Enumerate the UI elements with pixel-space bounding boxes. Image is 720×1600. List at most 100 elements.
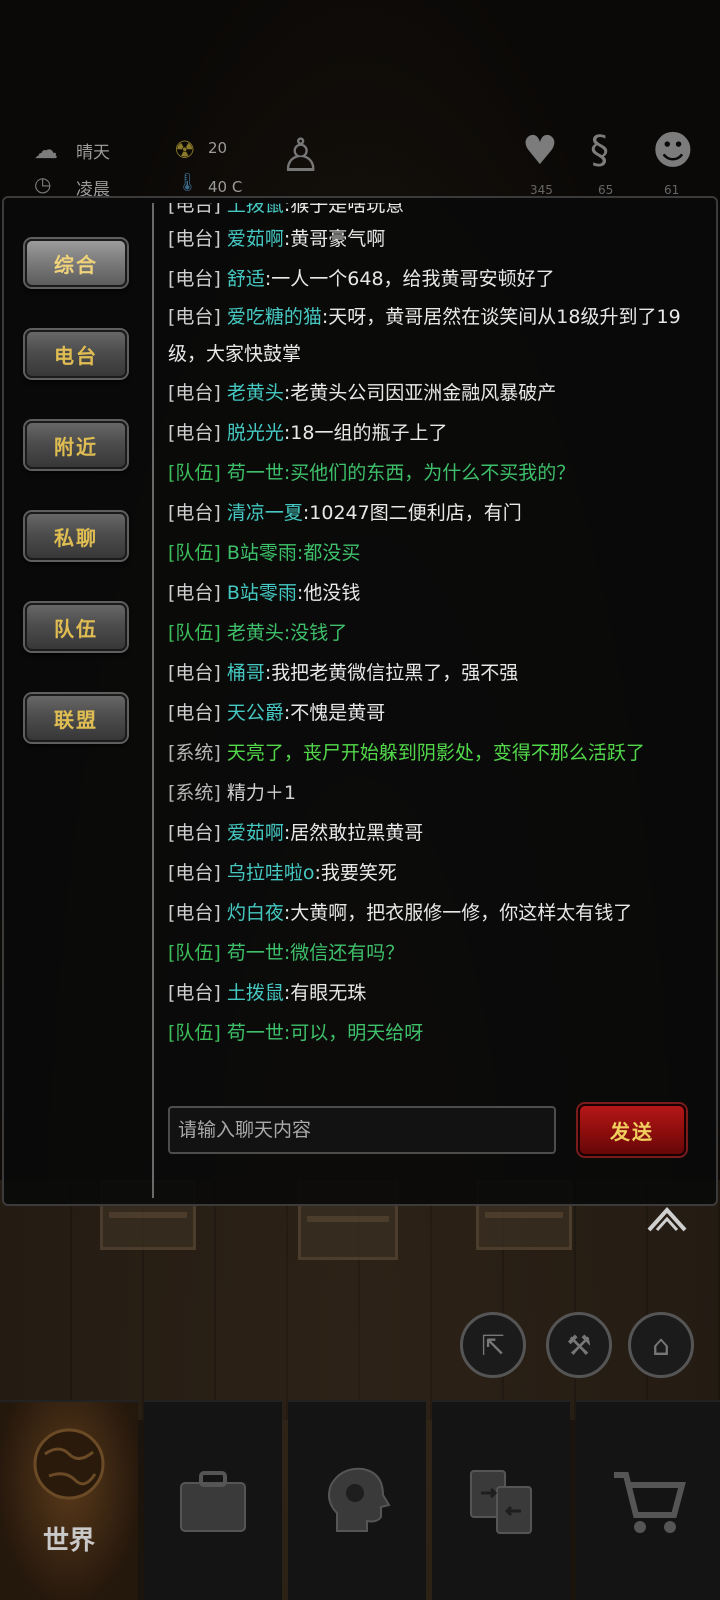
chat-message: [电台] 爱茹啊:居然敢拉黑黄哥 (168, 822, 424, 844)
message-sender[interactable]: 爱吃糖的猫 (227, 306, 322, 328)
backpack-icon (180, 1471, 246, 1532)
message-channel: [电台] (168, 228, 221, 250)
message-text: 居然敢拉黑黄哥 (290, 822, 424, 844)
message-text: 大黄啊，把衣服修一修，你这样太有钱了 (290, 902, 633, 924)
send-button[interactable]: 发送 (578, 1104, 686, 1156)
message-text: 黄哥豪气啊 (290, 228, 386, 250)
message-sender[interactable]: B站零雨 (227, 542, 297, 564)
message-channel: [电台] (168, 662, 221, 684)
nav-world-label: 世界 (42, 1526, 95, 1556)
build-tools-icon[interactable]: ⚒ (546, 1312, 612, 1378)
chat-message: [电台] 舒适:一人一个648，给我黄哥安顿好了 (168, 268, 555, 290)
stomach-icon: § (590, 128, 609, 172)
weather-icon: ☁ (34, 136, 58, 164)
heart-icon: ♥ (522, 128, 558, 174)
message-sender[interactable]: 老黄头 (227, 382, 284, 404)
chat-message: [电台] 乌拉哇啦o:我要笑死 (168, 862, 397, 884)
message-sender[interactable]: 清凉一夏 (227, 502, 303, 524)
message-sender[interactable]: 乌拉哇啦o (227, 862, 315, 884)
home-settings-icon[interactable]: ⌂ (628, 1312, 694, 1378)
tab-general[interactable]: 综合 (25, 239, 127, 287)
chat-message: [队伍] B站零雨:都没买 (168, 542, 361, 564)
chat-message: [电台] 天公爵:不愧是黄哥 (168, 702, 386, 724)
chat-message: [电台] 爱茹啊:黄哥豪气啊 (168, 228, 386, 250)
message-sender[interactable]: 苟一世 (227, 942, 284, 964)
nav-inventory[interactable] (144, 1400, 282, 1600)
message-sender[interactable]: 苟一世 (227, 1022, 284, 1044)
message-channel: [系统] (168, 782, 221, 804)
collapse-arrow-icon[interactable] (645, 1200, 689, 1236)
message-text: 都没买 (303, 542, 361, 564)
chat-message: [电台] 桶哥:我把老黄微信拉黑了，强不强 (168, 662, 519, 684)
tab-team[interactable]: 队伍 (25, 603, 127, 651)
message-text: 不愧是黄哥 (290, 702, 386, 724)
message-sender[interactable]: 脱光光 (227, 422, 284, 444)
message-text: 他没钱 (303, 582, 361, 604)
globe-icon (33, 1428, 105, 1500)
message-channel: [电台] (168, 862, 221, 884)
message-sender[interactable]: 苟一世 (227, 462, 284, 484)
radiation-value: 20 (208, 139, 228, 157)
message-sender[interactable]: 灼白夜 (227, 902, 284, 924)
message-channel: [队伍] (168, 942, 221, 964)
message-text: 10247图二便利店，有门 (309, 502, 522, 524)
message-channel: [系统] (168, 742, 221, 764)
message-text: 没钱了 (290, 622, 348, 644)
exit-door-icon[interactable]: ⇱ (460, 1312, 526, 1378)
message-text: 可以，明天给呀 (290, 1022, 424, 1044)
message-channel: [队伍] (168, 542, 221, 564)
chat-message: [队伍] 苟一世:买他们的东西，为什么不买我的？ (168, 462, 576, 484)
message-channel: [电台] (168, 822, 221, 844)
mind-icon: ☻ (652, 128, 694, 174)
head-gear-icon (328, 1467, 391, 1532)
message-sender[interactable]: 爱茹啊 (227, 822, 284, 844)
nav-shop[interactable] (576, 1400, 720, 1600)
nav-world[interactable]: 世界 (0, 1400, 138, 1600)
tab-radio[interactable]: 电台 (25, 330, 127, 378)
message-channel: [电台] (168, 702, 221, 724)
message-sender[interactable]: B站零雨 (227, 582, 297, 604)
message-channel: [电台] (168, 382, 221, 404)
tab-private[interactable]: 私聊 (25, 512, 127, 560)
message-sender[interactable]: 爱茹啊 (227, 228, 284, 250)
chat-message: [系统] 精力＋1 (168, 773, 688, 813)
tab-alliance[interactable]: 联盟 (25, 694, 127, 742)
message-text: 买他们的东西，为什么不买我的？ (290, 462, 576, 484)
cart-icon (614, 1472, 686, 1533)
nav-skills[interactable] (288, 1400, 426, 1600)
message-channel: [电台] (168, 982, 221, 1004)
body-status-icon[interactable]: ♙ (280, 128, 321, 182)
chat-message-partial: [电台] 土拨鼠:猴子是啥玩意 (168, 203, 688, 219)
message-channel: [电台] (168, 203, 221, 216)
chat-message: [队伍] 苟一世:微信还有吗？ (168, 942, 405, 964)
chat-message: [电台] 爱吃糖的猫:天呀，黄哥居然在谈笑间从18级升到了19级，大家快鼓掌 (168, 306, 681, 365)
message-sender[interactable]: 老黄头 (227, 622, 284, 644)
message-sender[interactable]: 土拨鼠 (227, 982, 284, 1004)
message-sender[interactable]: 舒适 (227, 268, 265, 290)
message-text: 一人一个648，给我黄哥安顿好了 (271, 268, 555, 290)
chat-message: [电台] 灼白夜:大黄啊，把衣服修一修，你这样太有钱了 (168, 902, 633, 924)
message-sender[interactable]: 桶哥 (227, 662, 265, 684)
radiation-icon: ☢ (174, 136, 196, 164)
message-sender[interactable]: 天公爵 (227, 702, 284, 724)
clock-icon: ◷ (34, 172, 52, 196)
panel-divider (152, 203, 154, 1198)
tab-nearby[interactable]: 附近 (25, 421, 127, 469)
chat-message-list[interactable]: [电台] 土拨鼠:猴子是啥玩意 [电台] 爱茹啊:黄哥豪气啊 [电台] 舒适:一人… (168, 203, 698, 1088)
chat-message: [电台] 土拨鼠:有眼无珠 (168, 982, 367, 1004)
message-channel: [队伍] (168, 462, 221, 484)
weather-text: 晴天 (76, 143, 110, 163)
chat-message: [电台] 清凉一夏:10247图二便利店，有门 (168, 502, 522, 524)
message-channel: [电台] (168, 902, 221, 924)
nav-trade[interactable] (432, 1400, 570, 1600)
message-channel: [电台] (168, 422, 221, 444)
message-channel: [队伍] (168, 1022, 221, 1044)
message-channel: [电台] (168, 306, 221, 328)
bottom-nav: 世界 (0, 1400, 720, 1600)
message-sender[interactable]: 土拨鼠 (227, 203, 284, 216)
message-text: 我把老黄微信拉黑了，强不强 (271, 662, 519, 684)
thermometer-icon: 🌡 (176, 172, 199, 193)
mind-value: 61 (664, 183, 680, 197)
chat-input[interactable]: 请输入聊天内容 (168, 1106, 556, 1154)
temperature-value: 40 C (208, 178, 243, 196)
